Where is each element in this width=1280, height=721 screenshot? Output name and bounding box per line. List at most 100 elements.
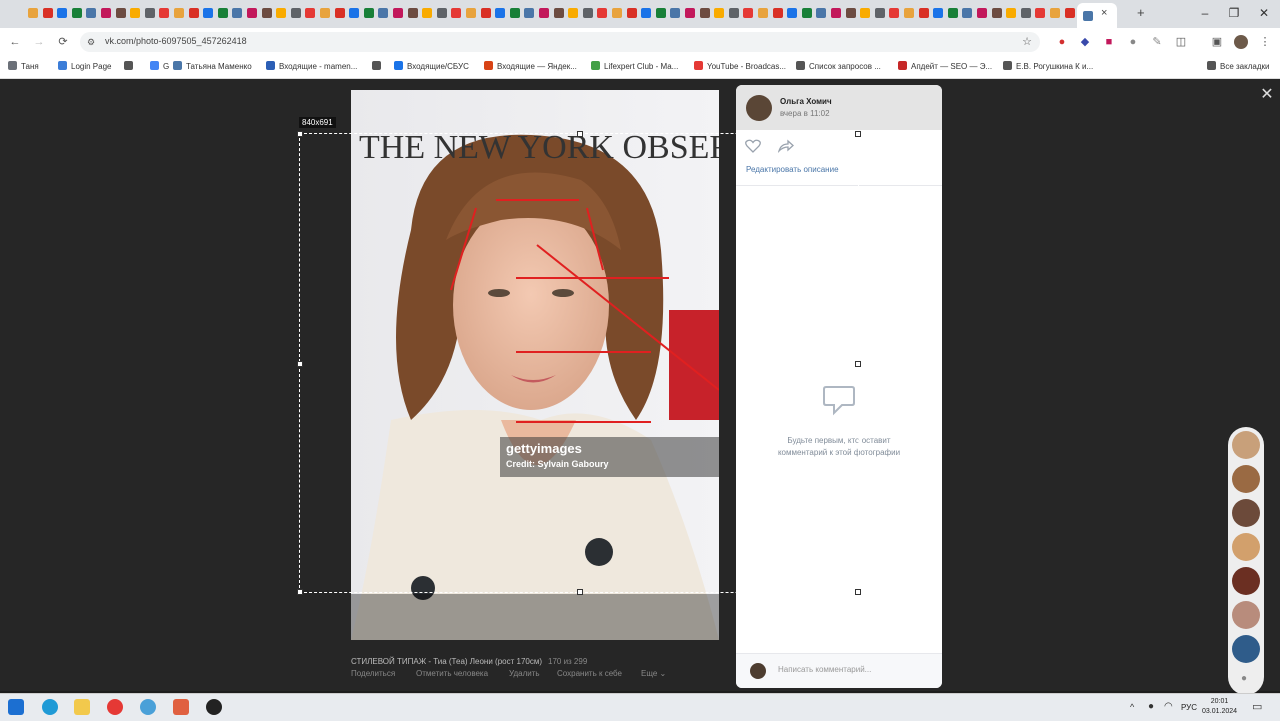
chat-icon[interactable]: ●	[1241, 673, 1247, 684]
pinned-tab-icon[interactable]	[947, 8, 958, 18]
tab-close-button[interactable]: ×	[1101, 7, 1107, 19]
pinned-tab-icon[interactable]	[1020, 8, 1031, 18]
shield-icon[interactable]: ◆	[1078, 35, 1092, 49]
notifications-icon[interactable]: ▭	[1252, 700, 1262, 713]
bookmark-item[interactable]: YouTube - Broadcas...	[694, 61, 786, 71]
chat-avatar[interactable]	[1232, 431, 1260, 459]
pinned-tab-icon[interactable]	[816, 8, 827, 18]
pinned-tab-icon[interactable]	[787, 8, 798, 18]
resize-handle[interactable]	[855, 131, 861, 137]
pinned-tab-icon[interactable]	[86, 8, 97, 18]
chat-avatar[interactable]	[1232, 533, 1260, 561]
edge-icon[interactable]	[42, 699, 58, 715]
bookmark-item[interactable]: G	[150, 61, 169, 71]
close-viewer-button[interactable]: ✕	[1258, 86, 1276, 104]
resize-handle[interactable]	[297, 361, 303, 367]
extension-icon[interactable]: ●	[1055, 35, 1069, 49]
resize-handle[interactable]	[297, 131, 303, 137]
bookmark-item[interactable]: Таня	[8, 61, 39, 71]
screenshot-selection[interactable]	[297, 131, 861, 595]
chat-avatar[interactable]	[1232, 567, 1260, 595]
pinned-tab-icon[interactable]	[174, 8, 184, 18]
pinned-tab-icon[interactable]	[247, 8, 257, 18]
pinned-tab-icon[interactable]	[320, 8, 330, 18]
pinned-tab-icon[interactable]	[860, 8, 871, 18]
pinned-tab-icon[interactable]	[845, 8, 856, 18]
wifi-icon[interactable]: ◠	[1164, 701, 1173, 712]
pinned-tab-icon[interactable]	[436, 8, 447, 18]
bookmark-item[interactable]: Все закладки	[1207, 61, 1269, 71]
pinned-tab-icon[interactable]	[641, 8, 652, 18]
folder-icon[interactable]	[74, 699, 90, 715]
bookmark-item[interactable]: Login Page	[58, 61, 111, 71]
pinned-tab-icon[interactable]	[889, 8, 900, 18]
pinned-tab-icon[interactable]	[933, 8, 944, 18]
back-icon[interactable]: ←	[8, 35, 22, 49]
pinned-tab-icon[interactable]	[670, 8, 681, 18]
extension-icon[interactable]: ●	[1126, 35, 1140, 49]
pinned-tab-icon[interactable]	[801, 8, 812, 18]
resize-handle[interactable]	[855, 589, 861, 595]
pinned-tab-icon[interactable]	[539, 8, 549, 18]
sidebar-icon[interactable]: ▣	[1210, 35, 1224, 49]
pinned-tab-icon[interactable]	[188, 8, 199, 18]
pinned-tab-icon[interactable]	[991, 8, 1002, 18]
tag-person-action[interactable]: Отметить человека	[416, 669, 488, 678]
pinned-tab-icon[interactable]	[71, 8, 82, 18]
minimize-button[interactable]: –	[1195, 4, 1215, 22]
pinned-tab-icon[interactable]	[276, 8, 287, 18]
resize-handle[interactable]	[577, 589, 583, 595]
chat-avatar[interactable]	[1232, 635, 1260, 663]
pinned-tab-icon[interactable]	[378, 8, 389, 18]
pinned-tab-icon[interactable]	[743, 8, 754, 18]
language-indicator[interactable]: РУС	[1181, 703, 1197, 712]
pinned-tab-icon[interactable]	[290, 8, 301, 18]
clock[interactable]: 20:01 03.01.2024	[1202, 697, 1237, 717]
pinned-tab-icon[interactable]	[349, 8, 360, 18]
pinned-tab-icon[interactable]	[626, 8, 637, 18]
bookmark-item[interactable]	[372, 61, 385, 71]
tray-chevron-icon[interactable]: ^	[1130, 702, 1134, 712]
pinned-tab-icon[interactable]	[553, 8, 564, 18]
save-action[interactable]: Сохранить к себе	[557, 669, 622, 678]
pinned-tab-icon[interactable]	[130, 8, 141, 18]
bookmark-item[interactable]: Входящие/СБУС	[394, 61, 469, 71]
chat-avatar[interactable]	[1232, 499, 1260, 527]
pinned-tab-icon[interactable]	[874, 8, 885, 18]
post-date[interactable]: вчера в 11:02	[780, 109, 830, 118]
pinned-tab-icon[interactable]	[1064, 8, 1075, 18]
pinned-tab-icon[interactable]	[115, 8, 126, 18]
app-icon[interactable]	[173, 699, 189, 715]
share-action[interactable]: Поделиться	[351, 669, 395, 678]
resize-handle[interactable]	[297, 589, 303, 595]
pinned-tab-icon[interactable]	[57, 8, 68, 18]
reload-icon[interactable]: ⟳	[56, 35, 70, 49]
site-info-icon[interactable]: ⚙	[84, 35, 98, 49]
chat-avatar[interactable]	[1232, 465, 1260, 493]
chat-avatar[interactable]	[1232, 601, 1260, 629]
menu-icon[interactable]: ⋮	[1258, 35, 1272, 49]
bookmark-item[interactable]: Татьяна Маменко	[173, 61, 252, 71]
pinned-tab-icon[interactable]	[962, 8, 973, 18]
pinned-tab-icon[interactable]	[159, 8, 170, 18]
pinned-tab-icon[interactable]	[422, 8, 433, 18]
pinned-tab-icon[interactable]	[918, 8, 929, 18]
pinned-tab-icon[interactable]	[203, 8, 214, 18]
pinned-tab-icon[interactable]	[466, 8, 476, 18]
new-tab-button[interactable]: +	[1137, 5, 1145, 20]
comment-input[interactable]: Написать комментарий...	[778, 665, 871, 674]
pinned-tab-icon[interactable]	[363, 8, 374, 18]
delete-action[interactable]: Удалить	[509, 669, 540, 678]
pinned-tab-icon[interactable]	[1050, 8, 1060, 18]
app-icon[interactable]	[206, 699, 222, 715]
pinned-tab-icon[interactable]	[699, 8, 710, 18]
pinned-tab-icon[interactable]	[217, 8, 228, 18]
extension-icon[interactable]: ■	[1102, 35, 1116, 49]
pinned-tab-icon[interactable]	[612, 8, 622, 18]
forward-icon[interactable]: →	[32, 35, 46, 49]
pinned-tab-icon[interactable]	[1006, 8, 1017, 18]
pinned-tab-icon[interactable]	[772, 8, 783, 18]
pen-icon[interactable]: ✎	[1150, 35, 1164, 49]
more-action[interactable]: Еще ⌄	[641, 669, 666, 678]
start-icon[interactable]	[8, 699, 24, 715]
